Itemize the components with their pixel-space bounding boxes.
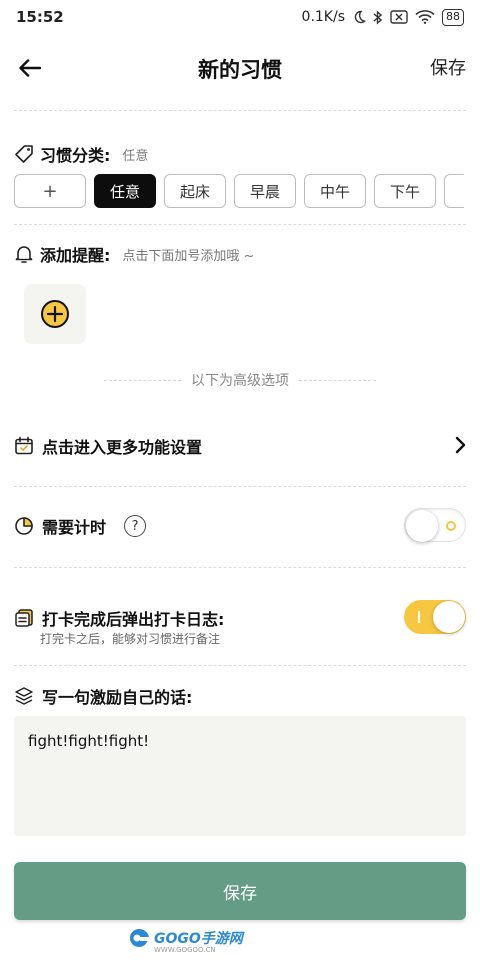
timer-row: 需要计时 ? xyxy=(14,514,466,538)
watermark-sub: WWW.GOGOO.CN xyxy=(154,946,216,954)
reminder-hint: 点击下面加号添加哦 ~ xyxy=(122,248,255,264)
reminder-row: 添加提醒: 点击下面加号添加哦 ~ xyxy=(14,242,254,266)
chip-overflow[interactable] xyxy=(444,174,464,208)
tag-icon xyxy=(15,145,33,163)
watermark-logo-icon xyxy=(130,928,149,947)
more-settings-row[interactable]: 点击进入更多功能设置 xyxy=(14,434,466,458)
toggle-knob xyxy=(433,601,465,633)
toggle-knob xyxy=(406,510,438,542)
battery-indicator: 88 xyxy=(442,8,464,26)
category-label: 习惯分类: xyxy=(40,146,111,165)
toggle-on-indicator xyxy=(418,611,420,623)
sim-off-icon xyxy=(390,10,408,24)
layers-icon xyxy=(15,687,33,705)
category-selected: 任意 xyxy=(122,148,149,164)
save-button[interactable]: 保存 xyxy=(14,862,466,920)
timer-label: 需要计时 xyxy=(42,518,107,537)
wifi-icon xyxy=(415,10,435,24)
calendar-check-icon xyxy=(15,436,33,455)
advanced-label: 以下为高级选项 xyxy=(191,373,289,389)
arrow-left-icon xyxy=(19,59,41,77)
back-button[interactable] xyxy=(14,52,46,84)
pie-clock-icon xyxy=(15,517,33,535)
advanced-divider: 以下为高级选项 xyxy=(104,370,376,390)
status-time: 15:52 xyxy=(16,8,64,26)
header-save-button[interactable]: 保存 xyxy=(430,54,466,80)
chip-qichuang[interactable]: 起床 xyxy=(164,174,226,208)
checkin-log-row: 打卡完成后弹出打卡日志: xyxy=(14,606,466,630)
chip-zhongwu[interactable]: 中午 xyxy=(304,174,366,208)
add-category-button[interactable]: + xyxy=(14,174,86,208)
chevron-right-icon[interactable] xyxy=(454,436,466,458)
notes-icon xyxy=(15,609,33,627)
status-bar: 15:52 0.1K/s 88 xyxy=(0,0,480,34)
watermark: GOGO手游网 WWW.GOGOO.CN xyxy=(128,928,243,954)
motto-row: 写一句激励自己的话: xyxy=(14,684,466,708)
add-reminder-button[interactable] xyxy=(24,284,86,344)
help-icon[interactable]: ? xyxy=(124,515,147,537)
chip-renyi[interactable]: 任意 xyxy=(94,174,156,208)
motto-label: 写一句激励自己的话: xyxy=(42,688,193,707)
checkin-log-toggle[interactable] xyxy=(404,600,466,634)
reminder-label: 添加提醒: xyxy=(40,246,111,265)
chip-zaochen[interactable]: 早晨 xyxy=(234,174,296,208)
more-settings-label: 点击进入更多功能设置 xyxy=(42,438,203,457)
divider xyxy=(14,110,466,111)
moon-icon xyxy=(352,10,366,24)
divider xyxy=(14,665,466,666)
divider xyxy=(14,486,466,487)
page-title: 新的习惯 xyxy=(198,58,282,82)
bluetooth-icon xyxy=(373,9,383,25)
category-chips: + 任意 起床 早晨 中午 下午 xyxy=(14,174,466,210)
chip-xiawu[interactable]: 下午 xyxy=(374,174,436,208)
motto-input[interactable]: fight!fight!fight! xyxy=(14,716,466,836)
divider xyxy=(14,224,466,225)
checkin-log-sub: 打完卡之后，能够对习惯进行备注 xyxy=(40,632,221,646)
status-icons: 0.1K/s 88 xyxy=(301,8,464,26)
checkin-log-label: 打卡完成后弹出打卡日志: xyxy=(42,610,225,629)
header: 新的习惯 保存 xyxy=(0,40,480,96)
net-speed: 0.1K/s xyxy=(301,9,345,25)
toggle-off-indicator xyxy=(446,521,456,531)
timer-toggle[interactable] xyxy=(404,508,466,542)
watermark-text: GOGO手游网 xyxy=(154,931,243,947)
category-row: 习惯分类: 任意 xyxy=(14,142,148,166)
divider xyxy=(14,567,466,568)
plus-circle-icon xyxy=(41,300,69,328)
bell-icon xyxy=(15,246,33,263)
